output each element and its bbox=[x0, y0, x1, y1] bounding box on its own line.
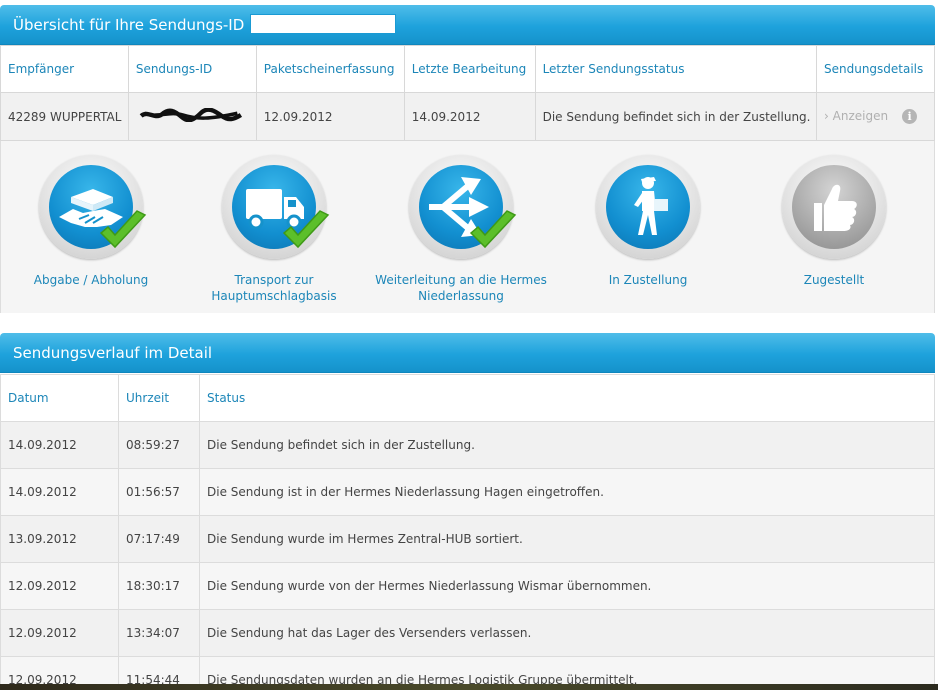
status-cell: Die Sendung ist in der Hermes Niederlass… bbox=[199, 468, 935, 516]
step-circle bbox=[596, 155, 700, 259]
history-header-row: Datum Uhrzeit Status bbox=[0, 374, 935, 422]
courier-icon bbox=[634, 177, 668, 235]
step-label: Abgabe / Abholung bbox=[33, 273, 149, 287]
history-header: Sendungsverlauf im Detail bbox=[0, 333, 935, 373]
step-circle bbox=[782, 155, 886, 259]
status-cell: Die Sendung befindet sich in der Zustell… bbox=[199, 421, 935, 469]
date-cell: 14.09.2012 bbox=[0, 421, 119, 469]
time-cell: 13:34:07 bbox=[118, 609, 200, 657]
info-icon[interactable]: i bbox=[902, 109, 918, 124]
step-label: Transport zur Hauptumschlagbasis bbox=[211, 273, 337, 303]
last-processed-cell: 14.09.2012 bbox=[403, 92, 536, 141]
table-row: 14.09.2012 08:59:27 Die Sendung befindet… bbox=[0, 421, 935, 469]
step-label: Weiterleitung an die Hermes Niederlassun… bbox=[375, 273, 547, 303]
step-in-delivery: In Zustellung bbox=[558, 155, 738, 288]
thumbs-up-icon bbox=[814, 184, 857, 231]
col-status: Status bbox=[199, 374, 935, 422]
details-cell: › Anzeigen i bbox=[815, 92, 936, 141]
step-circle bbox=[409, 155, 517, 259]
status-cell: Die Sendung wurde von der Hermes Niederl… bbox=[199, 562, 935, 610]
time-cell: 18:30:17 bbox=[118, 562, 200, 610]
step-forwarding: Weiterleitung an die Hermes Niederlassun… bbox=[371, 155, 551, 304]
time-cell: 01:56:57 bbox=[118, 468, 200, 516]
checkmark-icon bbox=[282, 210, 330, 249]
date-cell: 12.09.2012 bbox=[0, 562, 119, 610]
date-cell: 14.09.2012 bbox=[0, 468, 119, 516]
time-cell: 07:17:49 bbox=[118, 515, 200, 563]
col-registered: Paketscheinerfassung bbox=[255, 45, 405, 93]
col-details: Sendungsdetails bbox=[815, 45, 936, 93]
redacted-id-box bbox=[250, 14, 397, 34]
table-row: 12.09.2012 13:34:07 Die Sendung hat das … bbox=[0, 609, 935, 657]
recipient-cell: 42289 WUPPERTAL bbox=[0, 92, 129, 141]
step-circle bbox=[222, 155, 330, 259]
step-handover: Abgabe / Abholung bbox=[1, 155, 181, 288]
step-label: Zugestellt bbox=[803, 273, 865, 287]
step-transport: Transport zur Hauptumschlagbasis bbox=[184, 155, 364, 304]
date-cell: 13.09.2012 bbox=[0, 515, 119, 563]
redacted-scribble bbox=[139, 108, 242, 122]
shipment-id-cell bbox=[127, 92, 257, 141]
col-recipient: Empfänger bbox=[0, 45, 129, 93]
checkmark-icon bbox=[99, 210, 147, 249]
checkmark-icon bbox=[469, 210, 517, 249]
overview-table: Empfänger Sendungs-ID Paketscheinerfassu… bbox=[0, 45, 936, 141]
col-date: Datum bbox=[0, 374, 119, 422]
details-link-label: Anzeigen bbox=[832, 109, 889, 123]
status-steps: Abgabe / Abholung Transport zur Hauptums… bbox=[0, 141, 935, 313]
overview-header: Übersicht für Ihre Sendungs-ID bbox=[0, 5, 935, 45]
status-cell: Die Sendung hat das Lager des Versenders… bbox=[199, 609, 935, 657]
table-row: 14.09.2012 01:56:57 Die Sendung ist in d… bbox=[0, 468, 935, 516]
date-cell: 12.09.2012 bbox=[0, 609, 119, 657]
col-last-status: Letzter Sendungsstatus bbox=[534, 45, 817, 93]
step-label: In Zustellung bbox=[608, 273, 688, 287]
window-bottom-edge bbox=[0, 684, 938, 690]
col-last-processed: Letzte Bearbeitung bbox=[403, 45, 536, 93]
last-status-cell: Die Sendung befindet sich in der Zustell… bbox=[534, 92, 817, 141]
overview-header-row: Empfänger Sendungs-ID Paketscheinerfassu… bbox=[0, 45, 936, 93]
time-cell: 08:59:27 bbox=[118, 421, 200, 469]
overview-title: Übersicht für Ihre Sendungs-ID bbox=[13, 16, 245, 34]
registered-cell: 12.09.2012 bbox=[255, 92, 405, 141]
overview-row: 42289 WUPPERTAL 12.09.2012 14.09.2012 Di… bbox=[0, 92, 936, 141]
history-table: Datum Uhrzeit Status 14.09.2012 08:59:27… bbox=[0, 374, 935, 690]
table-row: 12.09.2012 18:30:17 Die Sendung wurde vo… bbox=[0, 562, 935, 610]
step-delivered: Zugestellt bbox=[744, 155, 924, 288]
table-row: 13.09.2012 07:17:49 Die Sendung wurde im… bbox=[0, 515, 935, 563]
step-circle bbox=[39, 155, 147, 259]
col-shipment-id: Sendungs-ID bbox=[127, 45, 257, 93]
status-cell: Die Sendung wurde im Hermes Zentral-HUB … bbox=[199, 515, 935, 563]
chevron-right-icon: › bbox=[823, 109, 829, 123]
col-time: Uhrzeit bbox=[118, 374, 200, 422]
details-link[interactable]: › Anzeigen bbox=[824, 109, 888, 123]
history-title: Sendungsverlauf im Detail bbox=[13, 344, 213, 362]
